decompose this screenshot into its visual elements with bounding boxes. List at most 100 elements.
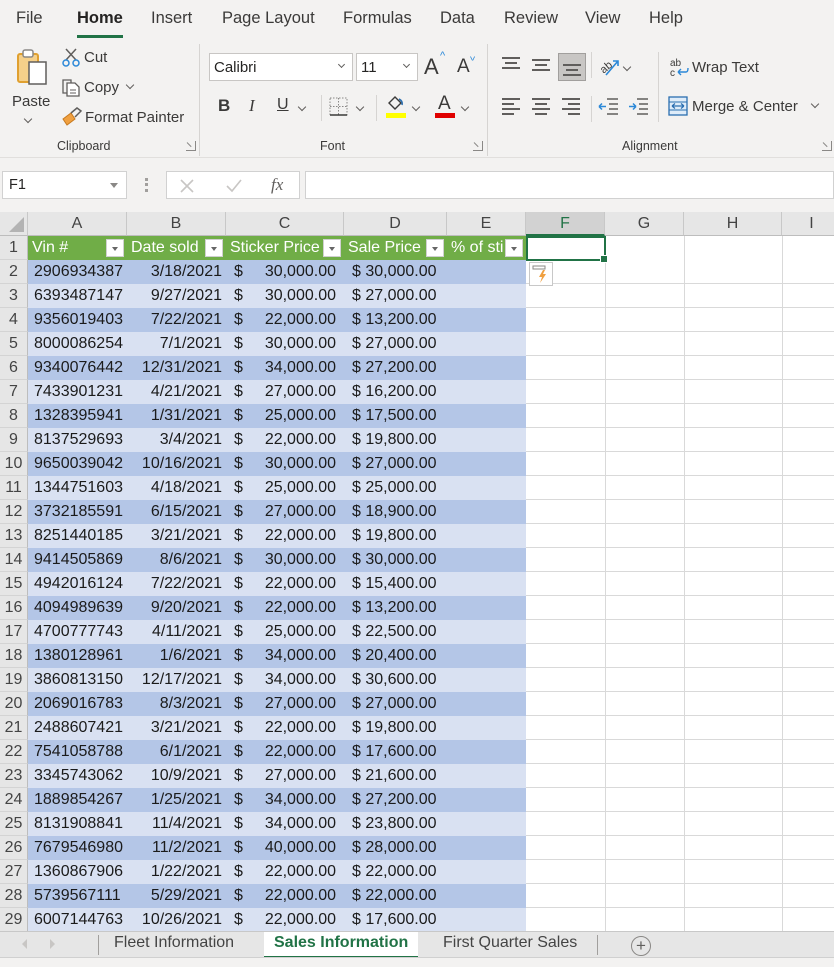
orientation-dropdown-icon[interactable] [622, 62, 632, 72]
cell-vin[interactable]: 1328395941 [28, 404, 127, 428]
insert-function-button[interactable]: fx [271, 175, 283, 195]
increase-indent-icon[interactable] [628, 97, 650, 117]
column-header-e[interactable]: E [447, 212, 526, 236]
cell-vin[interactable]: 6007144763 [28, 908, 127, 932]
header-cell-sticker-price[interactable]: Sticker Price [226, 236, 344, 260]
middle-align-button[interactable] [532, 57, 552, 75]
cell-sale-price[interactable]: $ 22,000.00 [344, 884, 447, 908]
cell-sticker-price[interactable]: $25,000.00 [226, 476, 344, 500]
row-header[interactable]: 8 [0, 404, 28, 428]
cell-sticker-price[interactable]: $25,000.00 [226, 404, 344, 428]
tab-formulas[interactable]: Formulas [343, 9, 412, 28]
alignment-launcher-icon[interactable] [822, 141, 832, 151]
cell-percent-of-sticker[interactable] [447, 812, 526, 836]
cell-percent-of-sticker[interactable] [447, 620, 526, 644]
cell-sticker-price[interactable]: $34,000.00 [226, 788, 344, 812]
cell-vin[interactable]: 9414505869 [28, 548, 127, 572]
merge-dropdown-icon[interactable] [810, 99, 820, 109]
cell-percent-of-sticker[interactable] [447, 380, 526, 404]
cell-percent-of-sticker[interactable] [447, 788, 526, 812]
sheet-tab-fleet-information[interactable]: Fleet Information [104, 932, 244, 958]
cell-percent-of-sticker[interactable] [447, 500, 526, 524]
filter-dropdown-icon[interactable] [505, 239, 523, 257]
row-header[interactable]: 26 [0, 836, 28, 860]
cell-sale-price[interactable]: $ 30,600.00 [344, 668, 447, 692]
cell-percent-of-sticker[interactable] [447, 356, 526, 380]
cell-sticker-price[interactable]: $25,000.00 [226, 620, 344, 644]
cell-date-sold[interactable]: 7/22/2021 [127, 308, 226, 332]
cell-sale-price[interactable]: $ 19,800.00 [344, 428, 447, 452]
bottom-align-button[interactable] [558, 53, 586, 81]
cell-percent-of-sticker[interactable] [447, 908, 526, 932]
cell-percent-of-sticker[interactable] [447, 716, 526, 740]
cell-sticker-price[interactable]: $27,000.00 [226, 380, 344, 404]
cell-percent-of-sticker[interactable] [447, 860, 526, 884]
cell-vin[interactable]: 8000086254 [28, 332, 127, 356]
row-header[interactable]: 27 [0, 860, 28, 884]
cell-date-sold[interactable]: 4/18/2021 [127, 476, 226, 500]
sheet-tab-sales-information[interactable]: Sales Information [264, 932, 419, 958]
cell-sale-price[interactable]: $ 30,000.00 [344, 548, 447, 572]
header-cell-vin[interactable]: Vin # [28, 236, 127, 260]
cell-percent-of-sticker[interactable] [447, 884, 526, 908]
column-header-d[interactable]: D [344, 212, 447, 236]
cell-date-sold[interactable]: 11/4/2021 [127, 812, 226, 836]
decrease-font-size-button[interactable]: A ^ [457, 50, 481, 80]
cell-date-sold[interactable]: 1/25/2021 [127, 788, 226, 812]
clipboard-launcher-icon[interactable] [186, 141, 196, 151]
cell-sticker-price[interactable]: $22,000.00 [226, 596, 344, 620]
decrease-indent-icon[interactable] [598, 97, 620, 117]
header-cell-sale-price[interactable]: Sale Price [344, 236, 447, 260]
cell-sale-price[interactable]: $ 17,500.00 [344, 404, 447, 428]
cell-percent-of-sticker[interactable] [447, 476, 526, 500]
italic-button[interactable]: I [249, 96, 255, 116]
name-box[interactable]: F1 [2, 171, 127, 199]
cell-sticker-price[interactable]: $22,000.00 [226, 716, 344, 740]
row-header[interactable]: 11 [0, 476, 28, 500]
sheet-tab-first-quarter-sales[interactable]: First Quarter Sales [433, 932, 587, 958]
cell-percent-of-sticker[interactable] [447, 596, 526, 620]
cell-vin[interactable]: 7433901231 [28, 380, 127, 404]
row-header[interactable]: 25 [0, 812, 28, 836]
row-header[interactable]: 16 [0, 596, 28, 620]
cell-sticker-price[interactable]: $30,000.00 [226, 452, 344, 476]
cell-date-sold[interactable]: 7/1/2021 [127, 332, 226, 356]
row-header[interactable]: 9 [0, 428, 28, 452]
align-left-button[interactable] [502, 97, 522, 115]
row-header[interactable]: 23 [0, 764, 28, 788]
cell-date-sold[interactable]: 1/31/2021 [127, 404, 226, 428]
align-center-button[interactable] [532, 97, 552, 115]
cell-date-sold[interactable]: 10/9/2021 [127, 764, 226, 788]
cell-percent-of-sticker[interactable] [447, 452, 526, 476]
column-header-g[interactable]: G [605, 212, 684, 236]
row-header-1[interactable]: 1 [0, 236, 28, 260]
formula-bar-grip[interactable] [145, 178, 148, 192]
bold-button[interactable]: B [218, 96, 230, 116]
selected-cell-f1[interactable] [526, 236, 608, 263]
cell-sale-price[interactable]: $ 20,400.00 [344, 644, 447, 668]
row-header[interactable]: 22 [0, 740, 28, 764]
cell-vin[interactable]: 1360867906 [28, 860, 127, 884]
cancel-icon[interactable] [179, 178, 195, 194]
filter-dropdown-icon[interactable] [323, 239, 341, 257]
row-header[interactable]: 17 [0, 620, 28, 644]
cell-sticker-price[interactable]: $34,000.00 [226, 644, 344, 668]
cell-sale-price[interactable]: $ 25,000.00 [344, 476, 447, 500]
cell-sticker-price[interactable]: $27,000.00 [226, 692, 344, 716]
column-header-i[interactable]: I [782, 212, 834, 236]
row-header[interactable]: 10 [0, 452, 28, 476]
cell-sale-price[interactable]: $ 17,600.00 [344, 740, 447, 764]
format-painter-button[interactable]: Format Painter [61, 107, 184, 127]
cell-vin[interactable]: 2069016783 [28, 692, 127, 716]
cell-date-sold[interactable]: 11/2/2021 [127, 836, 226, 860]
tab-home[interactable]: Home [77, 9, 123, 38]
row-header[interactable]: 20 [0, 692, 28, 716]
cell-sale-price[interactable]: $ 22,500.00 [344, 620, 447, 644]
tab-file[interactable]: File [16, 9, 43, 28]
wrap-text-button[interactable]: ab c Wrap Text [668, 56, 759, 78]
cell-percent-of-sticker[interactable] [447, 668, 526, 692]
enter-check-icon[interactable] [225, 178, 243, 194]
select-all-button[interactable] [0, 212, 28, 236]
cell-date-sold[interactable]: 9/20/2021 [127, 596, 226, 620]
header-cell-percent-of-sticker[interactable]: % of sti [447, 236, 526, 260]
